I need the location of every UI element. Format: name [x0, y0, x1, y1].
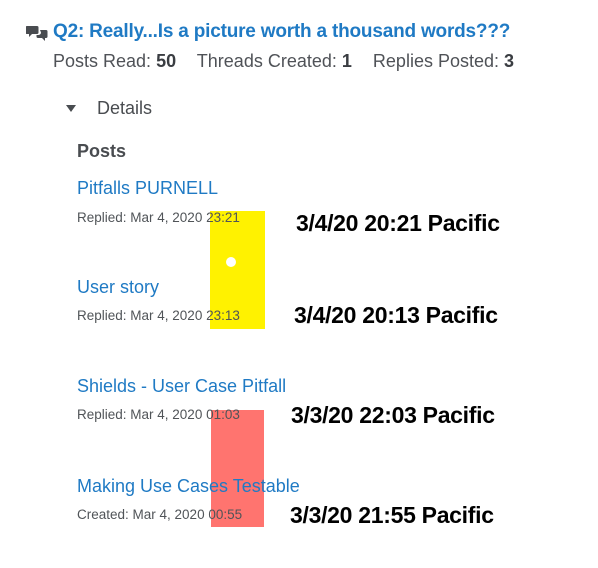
- stat-label: Threads Created:: [196, 51, 337, 71]
- post-link-pitfalls-purnell[interactable]: Pitfalls PURNELL: [77, 178, 218, 199]
- post-meta: Replied: Mar 4, 2020 23:13: [77, 308, 240, 323]
- stat-label: Replies Posted:: [372, 51, 499, 71]
- details-label: Details: [97, 98, 153, 118]
- stat-label: Posts Read:: [53, 51, 152, 71]
- discussion-bubbles-icon: [26, 26, 48, 41]
- post-time: 23:13: [206, 308, 240, 323]
- post-time: 00:55: [208, 507, 243, 522]
- posts-heading: Posts: [77, 141, 127, 161]
- post-link-user-story[interactable]: User story: [77, 277, 159, 298]
- post-meta: Replied: Mar 4, 2020 23:21: [77, 210, 240, 225]
- stat-posts-read: Posts Read: 50: [53, 51, 176, 71]
- post-date: Replied: Mar 4, 2020: [77, 407, 203, 422]
- post-time: 01:03: [206, 407, 240, 422]
- stat-replies-posted: Replies Posted: 3: [373, 51, 514, 71]
- white-dot-marker: [226, 257, 236, 267]
- stat-value: 1: [341, 51, 352, 71]
- post-meta: Created: Mar 4, 2020 00:55: [77, 507, 242, 522]
- discussion-stats-page: Q2: Really...Is a picture worth a thousa…: [0, 0, 598, 568]
- post-meta: Replied: Mar 4, 2020 01:03: [77, 407, 240, 422]
- user-stats: Posts Read: 50 Threads Created: 1 Replie…: [53, 51, 530, 72]
- stat-value: 3: [504, 51, 515, 71]
- post-date: Created: Mar 4, 2020: [77, 507, 205, 522]
- pacific-time-annotation: 3/3/20 22:03 Pacific: [291, 402, 495, 428]
- post-link-making-use-cases-testable[interactable]: Making Use Cases Testable: [77, 476, 300, 497]
- details-toggle[interactable]: Details: [66, 98, 152, 119]
- topic-title-link[interactable]: Q2: Really...Is a picture worth a thousa…: [53, 21, 510, 43]
- pacific-time-annotation: 3/4/20 20:21 Pacific: [296, 210, 500, 236]
- post-date: Replied: Mar 4, 2020: [77, 210, 203, 225]
- stat-value: 50: [156, 51, 177, 71]
- post-link-shields-user-case-pitfall[interactable]: Shields - User Case Pitfall: [77, 376, 286, 397]
- pacific-time-annotation: 3/4/20 20:13 Pacific: [294, 302, 498, 328]
- post-time: 23:21: [206, 210, 240, 225]
- pacific-time-annotation: 3/3/20 21:55 Pacific: [290, 502, 494, 528]
- post-date: Replied: Mar 4, 2020: [77, 308, 203, 323]
- stat-threads-created: Threads Created: 1: [197, 51, 352, 71]
- caret-down-icon: [66, 105, 76, 112]
